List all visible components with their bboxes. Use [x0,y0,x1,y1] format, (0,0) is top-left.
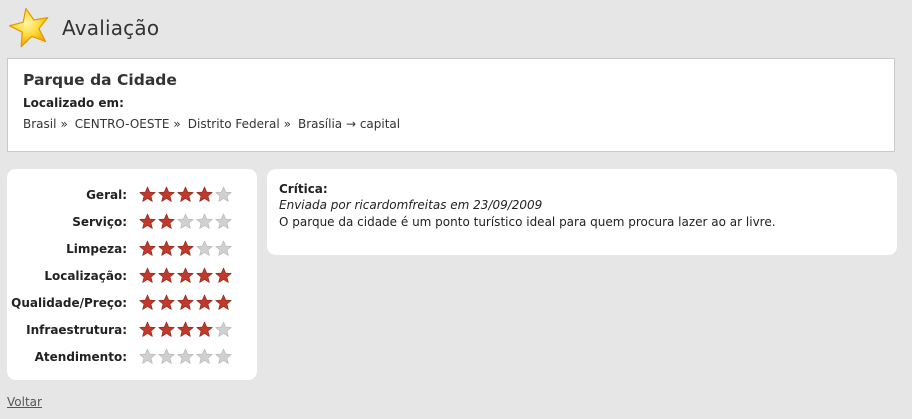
place-info-panel: Parque da Cidade Localizado em: Brasil» C… [7,58,895,152]
star-filled-icon [139,321,156,337]
breadcrumb-separator: » [283,117,292,131]
star-rating [139,348,234,365]
star-rating [139,321,234,338]
review-title: Crítica: [279,182,328,196]
rating-row-qualidade-preco: Qualidade/Preço: [7,289,257,316]
star-empty-icon [177,213,194,229]
star-empty-icon [215,321,232,337]
star-empty-icon [177,348,194,364]
star-filled-icon [177,186,194,202]
ratings-panel: Geral: Serviço: Limpeza: Localização: Qu… [7,169,257,380]
star-empty-icon [215,348,232,364]
rating-row-limpeza: Limpeza: [7,235,257,262]
star-filled-icon [158,186,175,202]
rating-row-localizacao: Localização: [7,262,257,289]
star-filled-icon [158,267,175,283]
star-filled-icon [215,294,232,310]
rating-row-infraestrutura: Infraestrutura: [7,316,257,343]
breadcrumb-item-region[interactable]: CENTRO-OESTE [75,117,170,131]
star-empty-icon [158,348,175,364]
place-name: Parque da Cidade [23,71,177,89]
star-filled-icon [177,267,194,283]
star-filled-icon [215,267,232,283]
star-filled-icon [196,267,213,283]
rating-label: Infraestrutura: [26,322,127,337]
star-filled-icon [196,321,213,337]
star-icon [8,7,49,48]
star-empty-icon [215,186,232,202]
star-filled-icon [177,294,194,310]
star-filled-icon [139,267,156,283]
breadcrumb-item-city[interactable]: Brasília → capital [298,117,400,131]
breadcrumb-item-country[interactable]: Brasil [23,117,56,131]
page-title: Avaliação [62,16,160,40]
star-filled-icon [139,186,156,202]
star-filled-icon [196,186,213,202]
star-filled-icon [158,240,175,256]
breadcrumb: Brasil» CENTRO-OESTE» Distrito Federal» Bra… [23,116,879,132]
star-rating [139,240,234,257]
breadcrumb-item-state[interactable]: Distrito Federal [188,117,280,131]
rating-row-atendimento: Atendimento: [7,343,257,370]
page-header: Avaliação [6,4,159,52]
star-empty-icon [196,240,213,256]
star-rating [139,213,234,230]
star-filled-icon [177,321,194,337]
rating-label: Limpeza: [66,241,127,256]
review-text: O parque da cidade é um ponto turístico … [279,215,776,229]
star-filled-icon [177,240,194,256]
star-filled-icon [139,213,156,229]
star-rating [139,294,234,311]
star-filled-icon [196,294,213,310]
star-rating [139,267,234,284]
star-empty-icon [215,240,232,256]
star-filled-icon [139,294,156,310]
back-link[interactable]: Voltar [7,395,42,409]
breadcrumb-separator: » [60,117,68,131]
star-filled-icon [158,294,175,310]
star-rating [139,186,234,203]
star-filled-icon [158,213,175,229]
star-filled-icon [139,240,156,256]
rating-row-geral: Geral: [7,181,257,208]
star-empty-icon [215,213,232,229]
star-empty-icon [139,348,156,364]
rating-label: Qualidade/Preço: [11,295,127,310]
rating-label: Geral: [86,187,127,202]
star-filled-icon [158,321,175,337]
star-empty-icon [196,348,213,364]
rating-row-servico: Serviço: [7,208,257,235]
rating-label: Serviço: [72,214,127,229]
review-panel: Crítica: Enviada por ricardomfreitas em … [267,169,897,255]
rating-label: Atendimento: [34,349,127,364]
review-meta: Enviada por ricardomfreitas em 23/09/200… [279,198,543,212]
breadcrumb-separator: » [173,117,181,131]
star-empty-icon [196,213,213,229]
rating-label: Localização: [44,268,127,283]
location-label: Localizado em: [23,96,124,110]
